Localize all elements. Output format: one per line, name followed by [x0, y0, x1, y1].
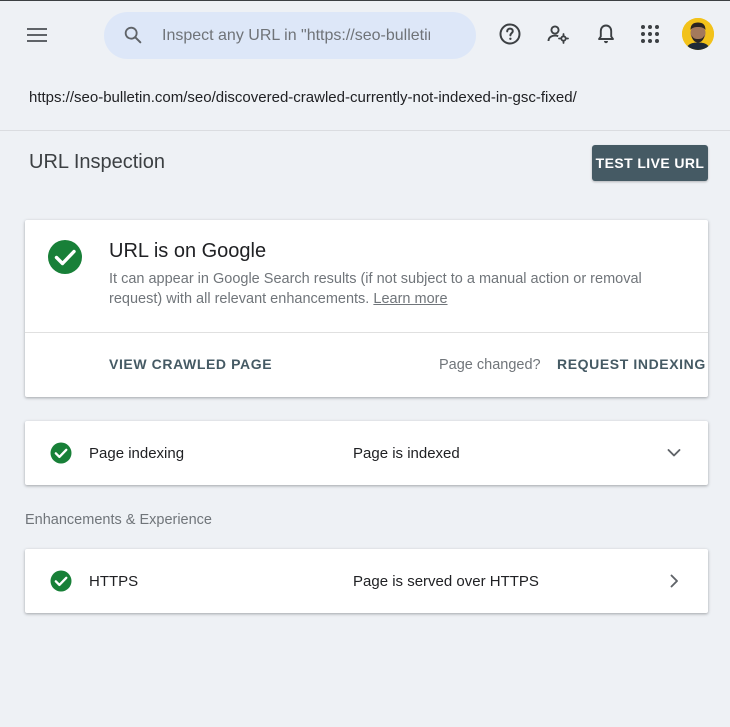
success-check-icon — [50, 442, 72, 464]
search-icon — [124, 26, 142, 44]
https-value: Page is served over HTTPS — [353, 573, 539, 590]
help-icon[interactable] — [498, 22, 522, 46]
avatar-image — [682, 18, 714, 50]
page-title: URL Inspection — [29, 151, 165, 173]
page-indexing-value: Page is indexed — [353, 445, 460, 462]
apps-grid-icon[interactable] — [638, 22, 662, 46]
https-label: HTTPS — [89, 573, 139, 590]
status-title: URL is on Google — [109, 240, 267, 262]
url-inspection-search[interactable] — [104, 12, 476, 59]
card-divider — [25, 332, 708, 333]
page-changed-text: Page changed? — [439, 357, 541, 373]
bell-icon[interactable] — [594, 22, 618, 46]
url-status-card: URL is on Google It can appear in Google… — [25, 220, 708, 397]
success-check-icon — [50, 570, 72, 592]
inspected-url: https://seo-bulletin.com/seo/discovered-… — [29, 89, 577, 106]
enhancements-heading: Enhancements & Experience — [25, 512, 212, 528]
request-indexing-button[interactable]: REQUEST INDEXING — [557, 356, 706, 372]
page-indexing-label: Page indexing — [89, 445, 185, 462]
avatar[interactable] — [682, 18, 714, 50]
chevron-right-icon[interactable] — [662, 569, 686, 593]
search-input[interactable] — [162, 24, 430, 48]
chevron-down-icon[interactable] — [662, 441, 686, 465]
menu-icon[interactable] — [22, 21, 52, 49]
user-settings-icon[interactable] — [546, 22, 570, 46]
learn-more-link[interactable]: Learn more — [373, 291, 447, 307]
success-check-icon — [48, 240, 82, 274]
https-row[interactable]: HTTPS Page is served over HTTPS — [25, 549, 708, 613]
test-live-url-button[interactable]: TEST LIVE URL — [592, 145, 708, 181]
inspected-url-bar: https://seo-bulletin.com/seo/discovered-… — [0, 68, 730, 131]
page-indexing-row[interactable]: Page indexing Page is indexed — [25, 421, 708, 485]
status-description: It can appear in Google Search results (… — [109, 269, 679, 309]
view-crawled-page-button[interactable]: VIEW CRAWLED PAGE — [109, 356, 272, 372]
top-bar — [0, 0, 730, 68]
